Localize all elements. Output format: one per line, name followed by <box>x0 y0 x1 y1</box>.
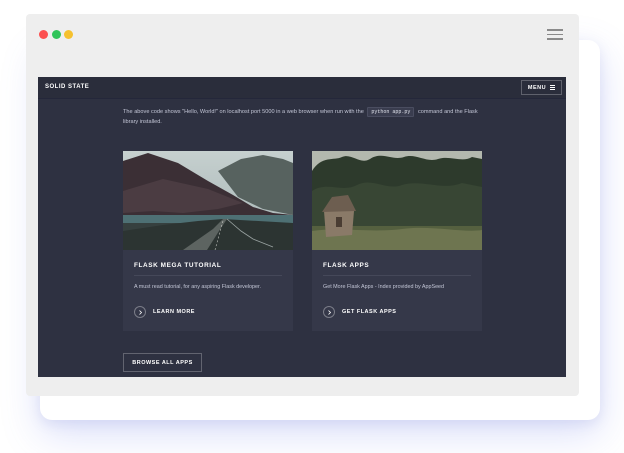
mountain-road-image[interactable] <box>123 151 293 250</box>
browser-titlebar <box>26 14 579 72</box>
card-flask-apps: FLASK APPS Get More Flask Apps - Index p… <box>312 151 482 331</box>
menu-button[interactable]: MENU <box>521 80 562 95</box>
intro-paragraph: The above code shows "Hello, World!" on … <box>123 107 483 127</box>
chevron-right-icon <box>323 306 335 318</box>
code-snippet: python app.py <box>367 107 415 117</box>
intro-text: The above code shows "Hello, World!" on … <box>123 109 364 115</box>
maximize-window-button[interactable] <box>64 30 73 39</box>
learn-more-link[interactable]: LEARN MORE <box>134 306 195 318</box>
get-flask-apps-link[interactable]: GET FLASK APPS <box>323 306 396 318</box>
site-header: SOLID STATE MENU <box>38 77 566 99</box>
hamburger-menu-icon[interactable] <box>547 29 563 40</box>
card-description: Get More Flask Apps - Index provided by … <box>323 284 445 290</box>
chevron-right-icon <box>134 306 146 318</box>
browse-all-apps-button[interactable]: BROWSE ALL APPS <box>123 353 202 372</box>
browser-window: SOLID STATE MENU The above code shows "H… <box>26 14 579 396</box>
get-flask-apps-label: GET FLASK APPS <box>342 309 397 315</box>
close-window-button[interactable] <box>39 30 48 39</box>
site-logo[interactable]: SOLID STATE <box>45 84 89 90</box>
divider <box>134 275 282 276</box>
forest-cabin-image[interactable] <box>312 151 482 250</box>
card-description: A must read tutorial, for any aspiring F… <box>134 284 262 290</box>
card-title: FLASK APPS <box>323 262 370 269</box>
card-title: FLASK MEGA TUTORIAL <box>134 262 222 269</box>
card-flask-mega-tutorial: FLASK MEGA TUTORIAL A must read tutorial… <box>123 151 293 331</box>
website-viewport: SOLID STATE MENU The above code shows "H… <box>38 77 566 377</box>
menu-icon <box>550 84 556 91</box>
minimize-window-button[interactable] <box>52 30 61 39</box>
learn-more-label: LEARN MORE <box>153 309 195 315</box>
menu-button-label: MENU <box>527 84 547 91</box>
divider <box>323 275 471 276</box>
